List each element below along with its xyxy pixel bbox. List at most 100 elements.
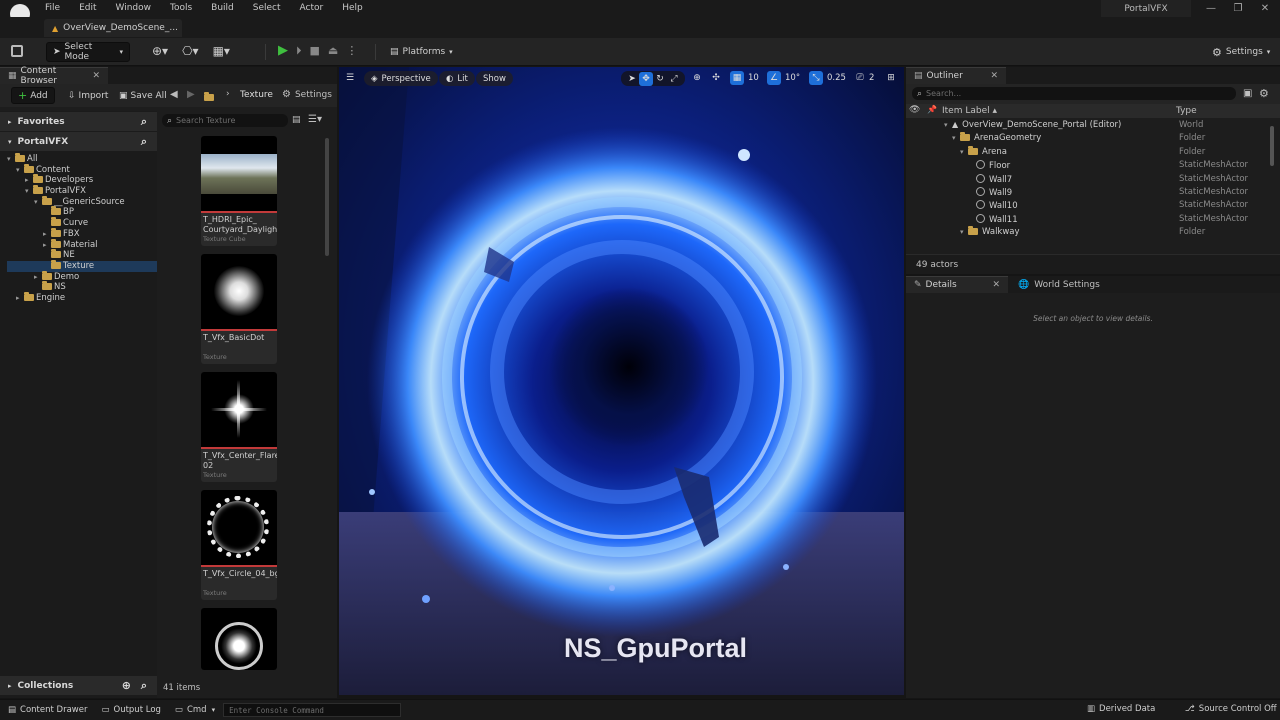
stop-icon[interactable]: ■	[310, 44, 320, 57]
save-search-icon[interactable]: ▤	[292, 115, 301, 125]
chevron-down-icon[interactable]: ▾	[952, 134, 960, 142]
hamburger-icon[interactable]: ☰	[343, 71, 357, 85]
tree-item-demo[interactable]: ▸ Demo	[7, 270, 157, 283]
forward-icon[interactable]: ▶	[187, 89, 195, 100]
menu-edit[interactable]: Edit	[79, 3, 96, 13]
cinematics-icon[interactable]: ▦▾	[213, 44, 230, 58]
scale-tool-icon[interactable]: ⤢	[667, 72, 681, 86]
asset-tile[interactable]: T_Vfx_BasicDot Texture	[201, 254, 277, 364]
maximize-icon[interactable]: ❐	[1231, 2, 1245, 16]
outliner-row[interactable]: Wall9 StaticMeshActor	[906, 185, 1280, 198]
filter-icon[interactable]: ☰▾	[308, 114, 322, 125]
scale-snap-toggle[interactable]: ⤡ 0.25	[809, 71, 846, 85]
tree-item-engine[interactable]: ▸ Engine	[7, 291, 157, 304]
tree-item-genericsource[interactable]: ▾ __GenericSource	[7, 195, 157, 208]
search-icon[interactable]: ⌕	[141, 679, 147, 693]
save-all-button[interactable]: ▣ Save All	[113, 87, 173, 104]
favorites-header[interactable]: ▸ Favorites ⌕	[0, 112, 157, 131]
layout-icon[interactable]: ⊞	[884, 71, 898, 85]
gear-icon[interactable]: ⚙	[1259, 87, 1269, 100]
outliner-row[interactable]: Wall11 StaticMeshActor	[906, 212, 1280, 225]
tree-item-ns[interactable]: NS	[7, 281, 157, 293]
outliner-row[interactable]: Wall7 StaticMeshActor	[906, 172, 1280, 185]
chevron-down-icon[interactable]: ▾	[944, 121, 952, 129]
add-button[interactable]: + Add	[11, 87, 55, 104]
import-button[interactable]: ⇩ Import	[62, 87, 114, 104]
select-tool-icon[interactable]: ➤	[625, 72, 639, 86]
step-icon[interactable]: ⏵	[296, 44, 302, 58]
chevron-right-icon[interactable]: ▸	[16, 293, 24, 304]
chevron-right-icon[interactable]: ▸	[34, 272, 42, 283]
menu-help[interactable]: Help	[342, 3, 363, 13]
outliner-search-box[interactable]: ⌕ Search...	[912, 87, 1236, 100]
add-folder-icon[interactable]: ▣	[1243, 88, 1252, 99]
outliner-tab[interactable]: ▤ Outliner ✕	[906, 67, 1006, 84]
show-button[interactable]: Show	[476, 71, 513, 86]
outliner-row[interactable]: ▾ Arena Folder	[906, 145, 1280, 158]
asset-tile[interactable]: T_Vfx_Center_Flare_ 02 Texture	[201, 372, 277, 482]
output-log-button[interactable]: ▭ Output Log	[101, 705, 160, 715]
menu-tools[interactable]: Tools	[170, 3, 192, 13]
chevron-right-icon[interactable]: ▸	[43, 240, 51, 251]
content-drawer-button[interactable]: ▤ Content Drawer	[8, 705, 87, 715]
settings-dropdown[interactable]: ⚙ Settings ▾	[1206, 42, 1276, 62]
asset-tile[interactable]: T_Vfx_Circle_04_bg Texture	[201, 490, 277, 600]
level-viewport[interactable]: ☰ ◈ Perspective ◐ Lit Show ➤ ✥ ↻ ⤢ ⊕ ✣ ▦…	[339, 67, 904, 695]
folder-icon[interactable]	[204, 92, 214, 101]
world-settings-tab[interactable]: 🌐 World Settings	[1014, 276, 1104, 293]
blueprint-icon[interactable]: ⎔▾	[182, 44, 199, 58]
perspective-button[interactable]: ◈ Perspective	[364, 71, 438, 86]
tree-item-ne[interactable]: NE	[7, 249, 157, 261]
chevron-down-icon[interactable]: ▾	[960, 148, 968, 156]
tree-item-all[interactable]: ▾ All	[7, 153, 157, 165]
type-column[interactable]: Type	[1176, 106, 1197, 116]
add-actor-icon[interactable]: ⊕▾	[152, 44, 168, 58]
close-icon[interactable]: ✕	[990, 71, 998, 81]
menu-select[interactable]: Select	[253, 3, 281, 13]
content-browser-tab[interactable]: ▦ Content Browser ✕	[0, 66, 108, 86]
derived-data-button[interactable]: ▥ Derived Data	[1087, 704, 1155, 714]
close-icon[interactable]: ✕	[992, 280, 1000, 290]
menu-file[interactable]: File	[45, 3, 60, 13]
outliner-row[interactable]: ▾ ArenaGeometry Folder	[906, 131, 1280, 144]
collections-header[interactable]: ▸ Collections ⊕ ⌕	[0, 676, 157, 695]
item-label-column[interactable]: Item Label ▴	[942, 106, 997, 116]
back-icon[interactable]: ◀	[170, 89, 178, 100]
tree-item-bp[interactable]: BP	[7, 206, 157, 218]
asset-tile[interactable]	[201, 608, 277, 670]
add-collection-icon[interactable]: ⊕	[122, 679, 131, 692]
search-icon[interactable]: ⌕	[141, 115, 147, 129]
outliner-row[interactable]: Floor StaticMeshActor	[906, 158, 1280, 171]
more-options-icon[interactable]: ⋮	[346, 44, 357, 57]
outliner-scrollbar[interactable]	[1270, 126, 1274, 166]
chevron-down-icon[interactable]: ▾	[34, 197, 42, 208]
translate-tool-icon[interactable]: ✥	[639, 71, 653, 86]
search-icon[interactable]: ⌕	[141, 135, 147, 149]
outliner-row[interactable]: Wall10 StaticMeshActor	[906, 198, 1280, 211]
eject-icon[interactable]: ⏏	[328, 44, 338, 57]
chevron-down-icon[interactable]: ▾	[25, 186, 33, 197]
menu-build[interactable]: Build	[211, 3, 234, 13]
tree-item-material[interactable]: ▸ Material	[7, 238, 157, 251]
tree-item-developers[interactable]: ▸ Developers	[7, 174, 157, 186]
grid-snap-toggle[interactable]: ▦ 10	[730, 71, 759, 85]
close-window-icon[interactable]: ✕	[1258, 2, 1272, 16]
lit-button[interactable]: ◐ Lit	[439, 71, 475, 86]
outliner-row[interactable]: ▾ ▲ OverView_DemoScene_Portal (Editor) Worl…	[906, 118, 1280, 131]
menu-actor[interactable]: Actor	[300, 3, 324, 13]
chevron-down-icon[interactable]: ▾	[16, 165, 24, 176]
level-document-tab[interactable]: ▲ OverView_DemoScene_...	[44, 19, 182, 37]
chevron-down-icon[interactable]: ▾	[7, 154, 15, 165]
close-icon[interactable]: ✕	[92, 71, 100, 81]
source-control-button[interactable]: ⎇ Source Control Off	[1185, 704, 1277, 714]
play-icon[interactable]: ▶	[278, 43, 288, 58]
select-mode-dropdown[interactable]: ➤ Select Mode ▾	[46, 42, 130, 62]
outliner-row[interactable]: ▾ Walkway Folder	[906, 225, 1280, 238]
chevron-down-icon[interactable]: ▾	[960, 228, 968, 236]
camera-speed-button[interactable]: ⎚ 2	[853, 71, 874, 85]
cb-settings-button[interactable]: ⚙ Settings	[282, 89, 332, 100]
project-header[interactable]: ▾ PortalVFX ⌕	[0, 132, 157, 151]
tree-item-portalvfx[interactable]: ▾ PortalVFX	[7, 185, 157, 197]
cmd-dropdown[interactable]: ▭ Cmd ▾	[175, 705, 215, 715]
chevron-right-icon[interactable]: ▸	[43, 229, 51, 240]
